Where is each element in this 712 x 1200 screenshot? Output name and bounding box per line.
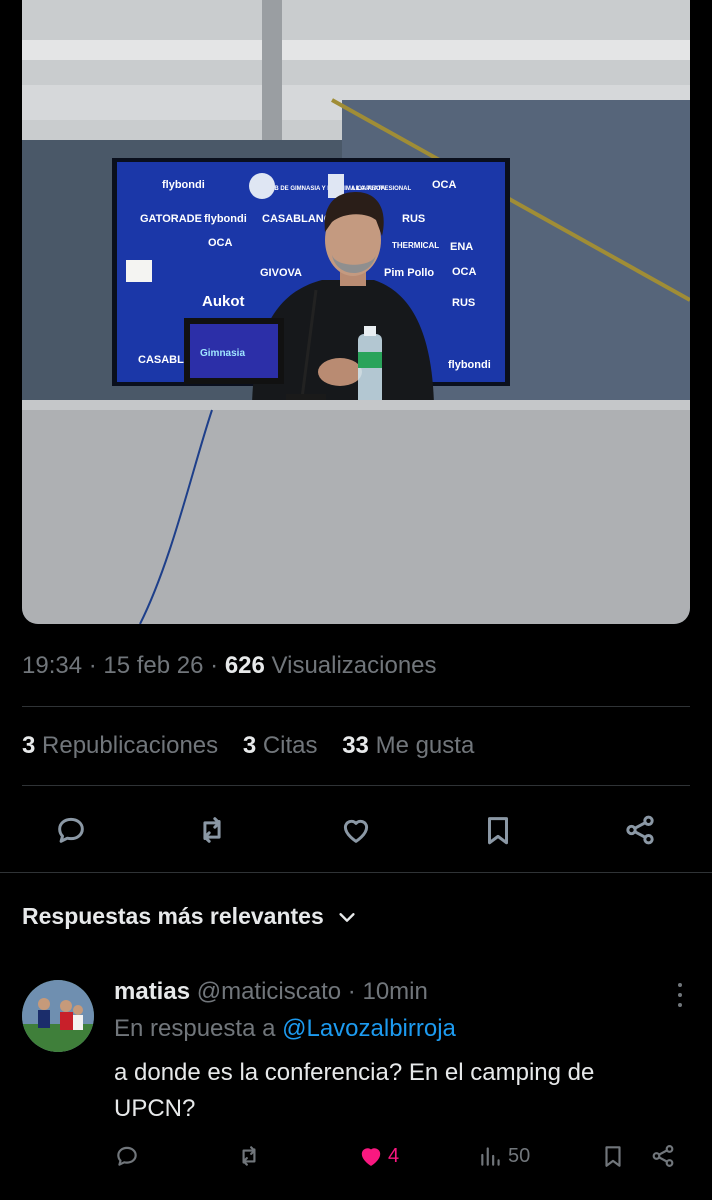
divider [22, 706, 690, 707]
reply-bookmark-button[interactable] [600, 1138, 626, 1174]
tweet-date[interactable]: 15 feb 26 [103, 652, 203, 679]
repost-icon [242, 1146, 256, 1166]
reply-repost-button[interactable] [236, 1138, 262, 1174]
tweet-meta: 19:34 · 15 feb 26 · 626 Visualizaciones [22, 652, 437, 679]
bookmark-icon [488, 817, 508, 845]
reply-item[interactable]: matias @maticiscato · 10min En respuesta… [0, 970, 712, 1190]
sponsor-text: OCA [432, 179, 457, 191]
likes-count: 33 [342, 732, 369, 759]
quotes-stat[interactable]: 3 Citas [243, 732, 318, 759]
chevron-down-icon [339, 912, 355, 922]
reply-views-button[interactable]: 50 [478, 1138, 530, 1174]
replies-sort-dropdown[interactable]: Respuestas más relevantes [22, 903, 358, 930]
tweet-stats: 3 Republicaciones 3 Citas 33 Me gusta [22, 732, 492, 760]
more-dot [678, 1003, 682, 1007]
sponsor-text: RUS [452, 297, 475, 309]
repost-button[interactable] [190, 808, 234, 852]
sponsor-text: flybondi [162, 179, 205, 191]
sponsor-text: THERMICAL [392, 241, 439, 250]
replies-sort-label: Respuestas más relevantes [22, 903, 324, 929]
divider [0, 872, 712, 873]
in-reply-prefix: En respuesta a [114, 1015, 276, 1042]
reposts-label: Republicaciones [42, 732, 219, 759]
share-button[interactable] [618, 808, 662, 852]
sponsor-text: LIGA PROFESIONAL [352, 186, 411, 192]
in-reply-handle-link[interactable]: @Lavozalbirroja [282, 1015, 456, 1042]
reply-author-handle[interactable]: @maticiscato [197, 978, 341, 1005]
reply-icon [58, 817, 84, 843]
sponsor-text: OCA [208, 237, 233, 249]
reply-action-bar: 4 50 [0, 1138, 712, 1174]
avatar[interactable] [22, 980, 94, 1052]
reply-like-count: 4 [388, 1144, 400, 1167]
reply-icon [117, 1146, 137, 1166]
likes-stat[interactable]: 33 Me gusta [342, 732, 474, 759]
like-icon [343, 819, 369, 843]
heart-filled-icon [361, 1148, 381, 1166]
divider [22, 785, 690, 786]
likes-label: Me gusta [375, 732, 475, 759]
more-dot [678, 993, 682, 997]
sponsor-text: GATORADE [140, 213, 202, 225]
reply-views-count: 50 [508, 1144, 531, 1167]
tweet-action-bar [0, 808, 712, 852]
tweet-time[interactable]: 19:34 [22, 652, 82, 679]
quotes-count: 3 [242, 732, 257, 759]
sponsor-text: GIVOVA [260, 267, 302, 279]
views-label: Visualizaciones [271, 652, 437, 679]
reply-header: matias @maticiscato · 10min [114, 978, 428, 1006]
repost-icon [203, 817, 221, 843]
sponsor-text: Aukot [202, 293, 245, 310]
like-button[interactable] [334, 808, 378, 852]
more-options-button[interactable] [670, 980, 690, 1010]
in-reply-to: En respuesta a @Lavozalbirroja [114, 1015, 456, 1043]
views-icon [481, 1147, 500, 1166]
reply-author-name[interactable]: matias [114, 978, 190, 1005]
sponsor-text: flybondi [204, 213, 247, 225]
sponsor-text: ENA [450, 241, 473, 253]
tweet-photo[interactable]: flybondi OCA GATORADE flybondi CASABLANC… [22, 0, 690, 624]
reposts-count: 3 [22, 732, 36, 759]
reply-button[interactable] [49, 808, 93, 852]
reply-time[interactable]: 10min [362, 978, 427, 1005]
reply-share-button[interactable] [650, 1138, 676, 1174]
bookmark-button[interactable] [476, 808, 520, 852]
share-icon [652, 1145, 674, 1167]
reposts-stat[interactable]: 3 Republicaciones [22, 732, 218, 759]
sponsor-text: RUS [402, 213, 425, 225]
sponsor-text: Pim Pollo [384, 267, 434, 279]
reply-text: a donde es la conferencia? En el camping… [114, 1059, 595, 1122]
reply-reply-button[interactable] [114, 1138, 140, 1174]
quotes-label: Citas [262, 732, 318, 759]
svg-text:Gimnasia: Gimnasia [200, 348, 245, 359]
more-dot [678, 983, 682, 987]
bookmark-icon [605, 1146, 621, 1167]
sponsor-text: OCA [452, 266, 477, 278]
sponsor-text: flybondi [448, 359, 491, 371]
share-icon [626, 815, 654, 845]
views-count: 626 [224, 652, 265, 679]
separator: · [347, 978, 356, 1005]
reply-like-button[interactable]: 4 [358, 1138, 399, 1174]
